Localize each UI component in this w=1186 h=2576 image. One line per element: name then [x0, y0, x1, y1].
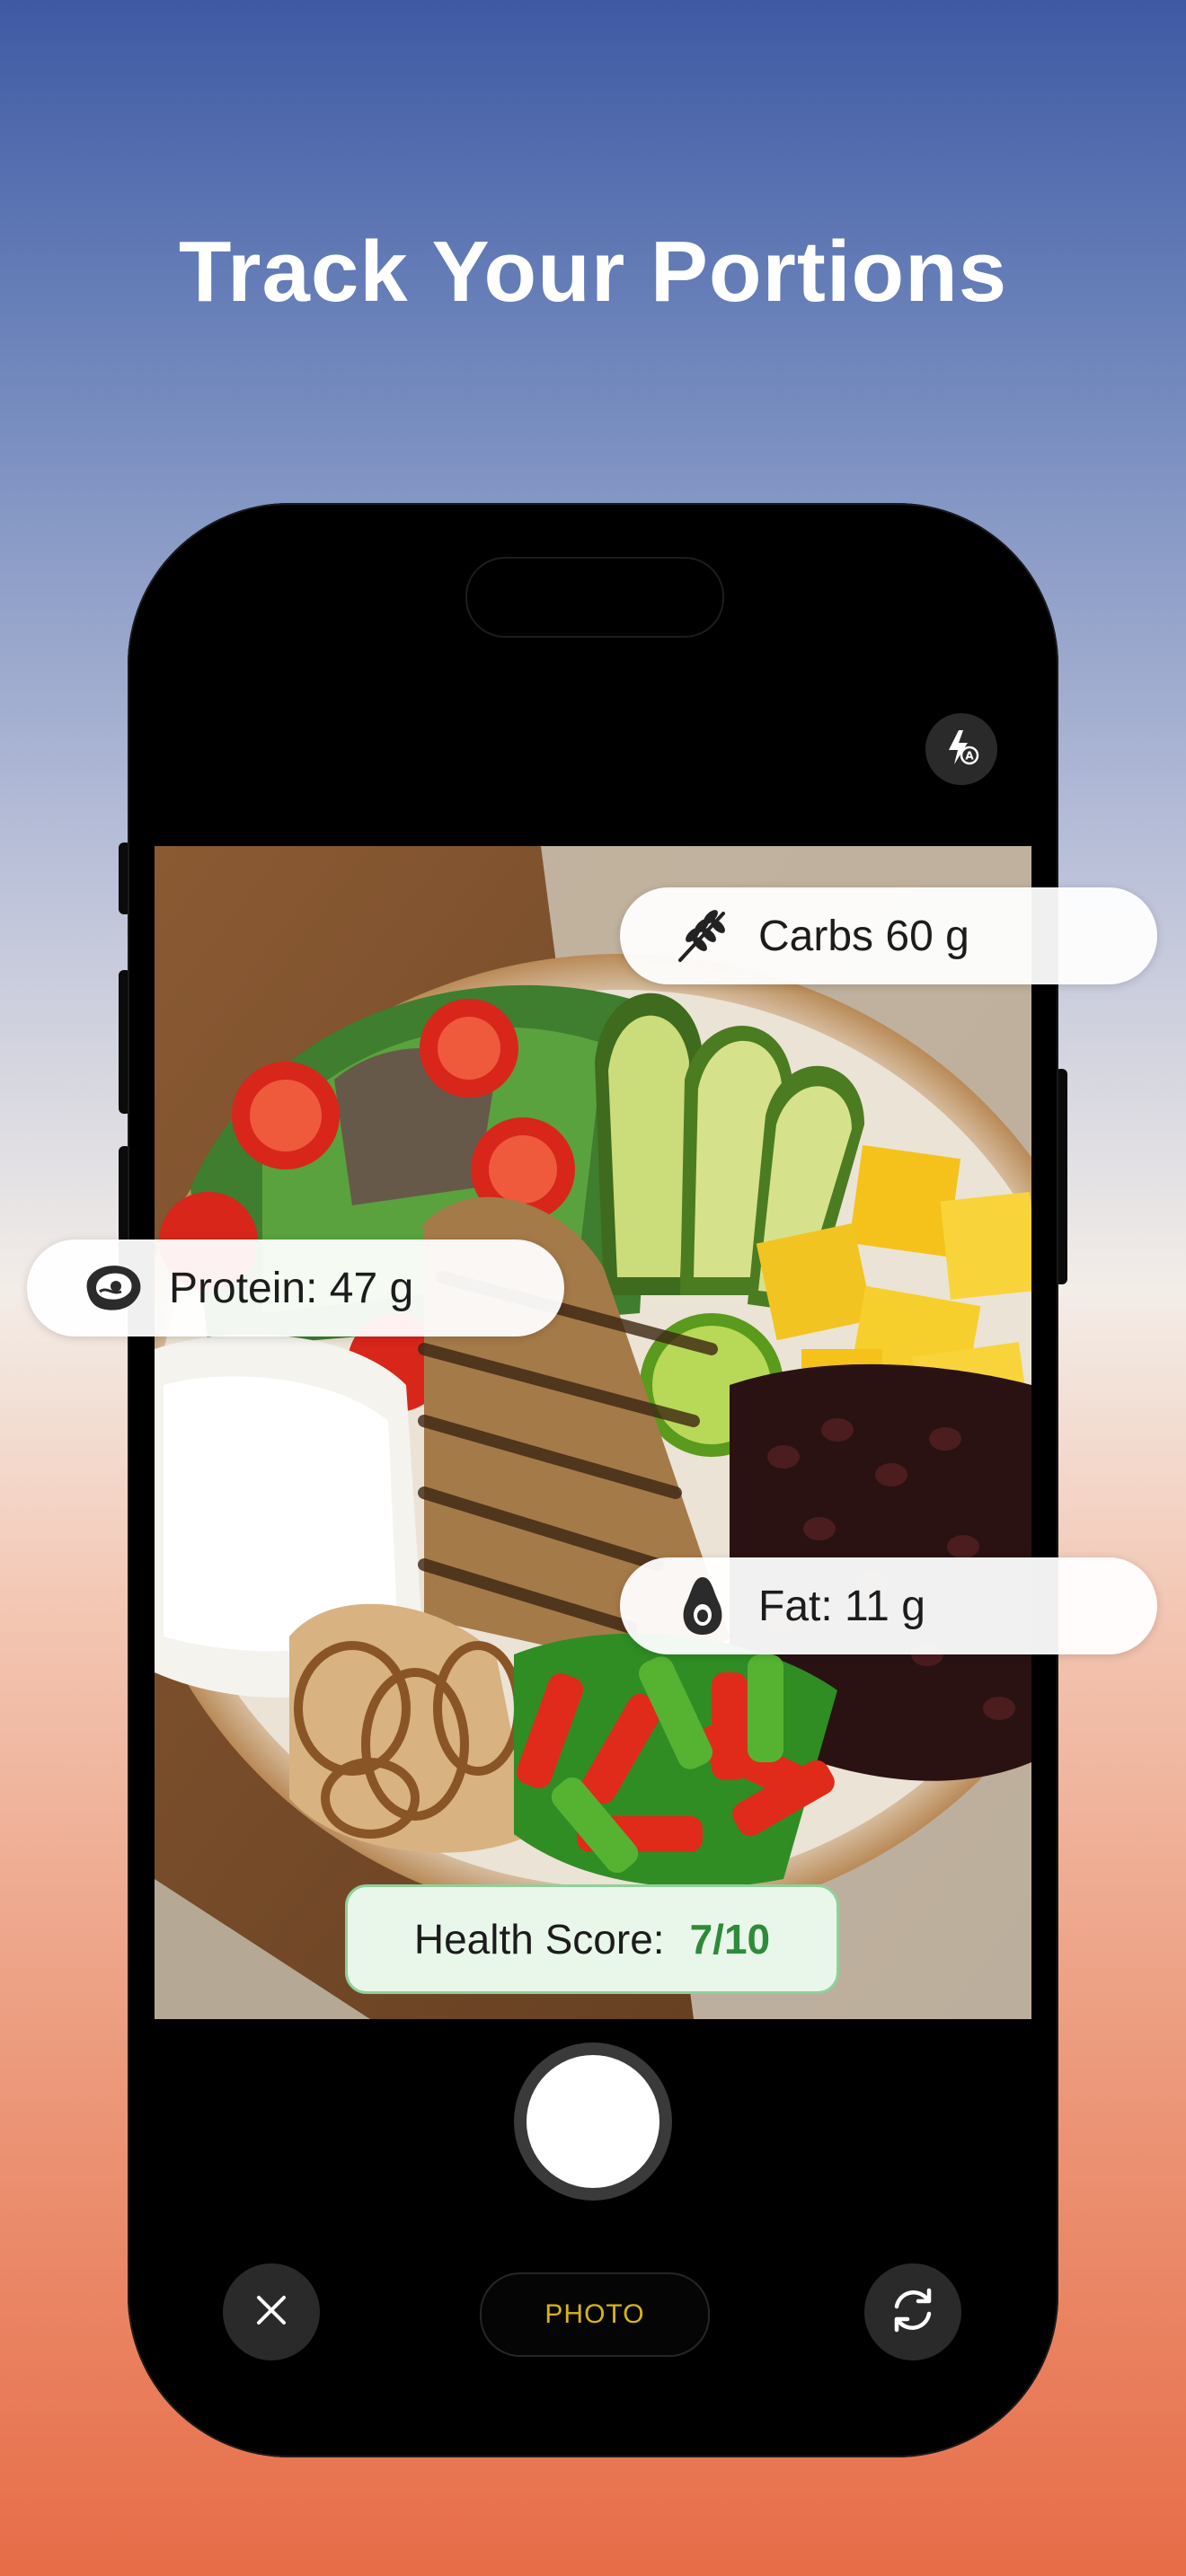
meat-icon [77, 1252, 149, 1324]
health-score-label: Health Score: [413, 1916, 665, 1963]
camera-mode-label: PHOTO [544, 2299, 645, 2329]
fat-badge: Fat: 11 g [620, 1557, 1157, 1654]
dynamic-island [465, 557, 724, 638]
camera-mode-pill[interactable]: PHOTO [480, 2272, 710, 2357]
headline: Track Your Portions [178, 224, 1008, 320]
shutter-button[interactable] [514, 2042, 672, 2201]
carbs-badge: Carbs 60 g [620, 887, 1157, 984]
close-button[interactable] [223, 2263, 320, 2360]
flash-button[interactable]: A [925, 713, 997, 785]
wheat-icon [667, 900, 739, 972]
health-score-badge: Health Score: 7/10 [345, 1884, 839, 1994]
flash-auto-icon: A [941, 727, 982, 772]
carbs-label: Carbs 60 g [758, 912, 969, 960]
svg-text:A: A [965, 749, 974, 762]
health-score-value: 7/10 [689, 1916, 771, 1963]
avocado-icon [667, 1570, 739, 1642]
protein-label: Protein: 47 g [169, 1264, 414, 1312]
shutter-inner [527, 2055, 659, 2188]
protein-badge: Protein: 47 g [27, 1239, 564, 1337]
close-icon [252, 2290, 291, 2334]
flip-camera-button[interactable] [864, 2263, 961, 2360]
food-photo [155, 846, 1031, 2019]
fat-label: Fat: 11 g [758, 1582, 925, 1630]
flip-camera-icon [886, 2283, 940, 2342]
